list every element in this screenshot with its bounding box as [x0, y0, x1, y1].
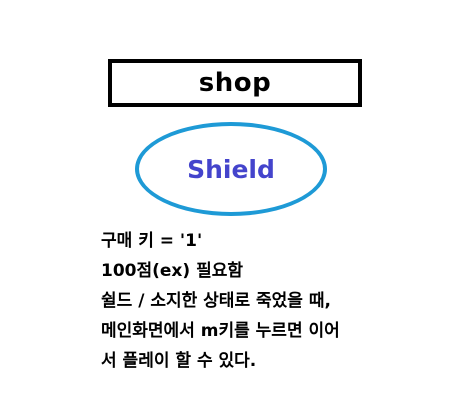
- effect-line-1: 쉴드 / 소지한 상태로 죽었을 때,: [101, 291, 331, 311]
- purchase-key-line: 구매 키 = '1': [101, 231, 203, 251]
- shield-item-label: Shield: [187, 154, 275, 184]
- shop-title-box: shop: [108, 59, 362, 107]
- item-description: 구매 키 = '1' 100점(ex) 필요함 쉴드 / 소지한 상태로 죽었을…: [101, 226, 451, 376]
- cost-line: 100점(ex) 필요함: [101, 261, 243, 281]
- shop-title: shop: [198, 68, 272, 98]
- shield-item-oval[interactable]: Shield: [135, 122, 327, 216]
- effect-line-2: 메인화면에서 m키를 누르면 이어: [101, 321, 340, 341]
- effect-line-3: 서 플레이 할 수 있다.: [101, 351, 257, 371]
